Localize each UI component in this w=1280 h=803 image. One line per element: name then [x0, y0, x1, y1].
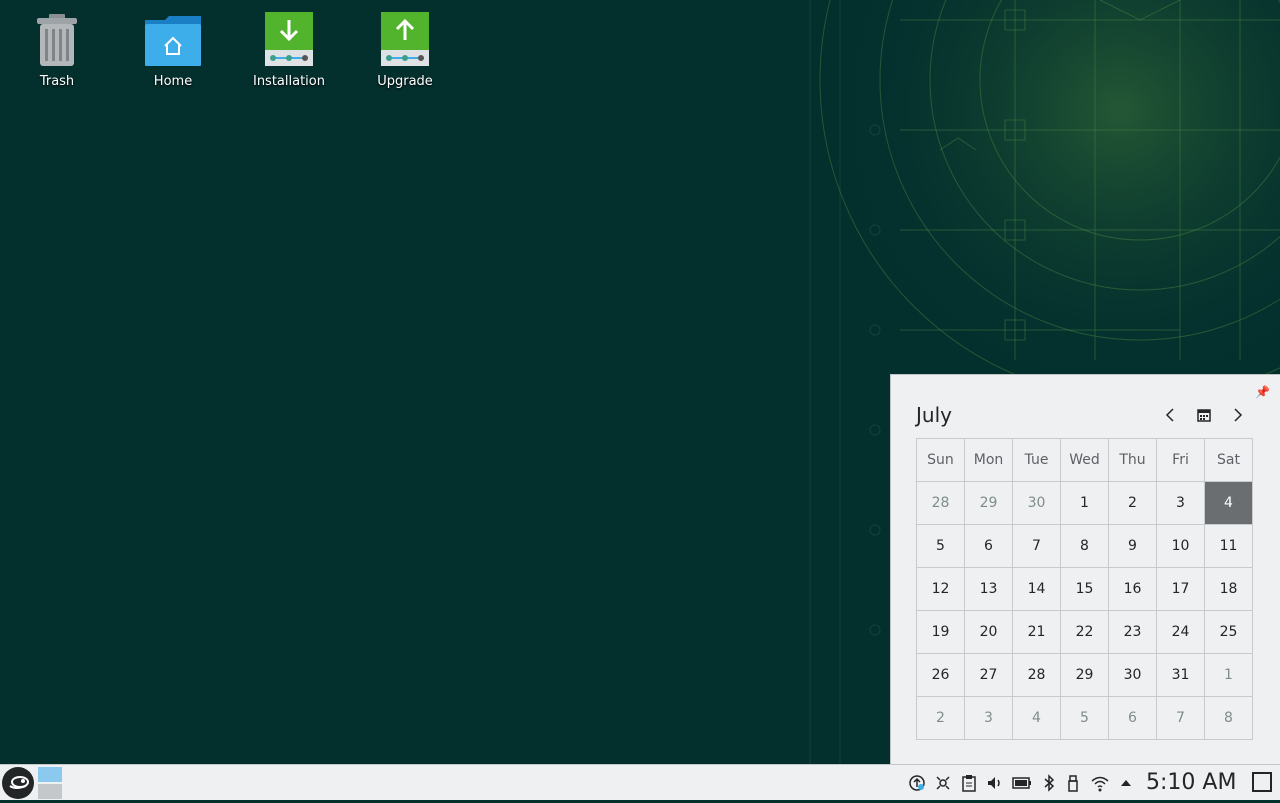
pin-icon[interactable]: 📌 — [1255, 385, 1270, 399]
application-launcher-button[interactable] — [2, 767, 34, 799]
usb-device-icon[interactable] — [1064, 774, 1082, 792]
calendar-day[interactable]: 26 — [916, 653, 965, 697]
calendar-day[interactable]: 8 — [1204, 696, 1253, 740]
calendar-day[interactable]: 18 — [1204, 567, 1253, 611]
month-title: July — [916, 403, 952, 427]
calendar-day[interactable]: 6 — [964, 524, 1013, 568]
calendar-week-row: 26 27 28 29 30 31 1 — [916, 653, 1253, 697]
calendar-day[interactable]: 16 — [1108, 567, 1157, 611]
weekday-label: Thu — [1108, 438, 1157, 482]
calendar-day[interactable]: 13 — [964, 567, 1013, 611]
upgrade-icon — [375, 10, 435, 70]
calendar-day[interactable]: 30 — [1012, 481, 1061, 525]
digital-clock[interactable]: 5:10 AM — [1146, 770, 1236, 795]
calendar-day[interactable]: 8 — [1060, 524, 1109, 568]
calendar-day[interactable]: 25 — [1204, 610, 1253, 654]
weekday-label: Sat — [1204, 438, 1253, 482]
desktop-icon-home[interactable]: Home — [123, 10, 223, 89]
calendar-day[interactable]: 6 — [1108, 696, 1157, 740]
next-month-button[interactable] — [1228, 407, 1248, 426]
battery-icon[interactable] — [1012, 774, 1031, 792]
calendar-popup: 📌 July Sun Mon Tue Wed Thu Fri Sat 28 29… — [890, 374, 1280, 764]
weekday-label: Wed — [1060, 438, 1109, 482]
bluetooth-icon[interactable] — [1040, 774, 1058, 792]
desktop-icon-label: Upgrade — [377, 74, 433, 89]
expand-tray-icon[interactable] — [1117, 774, 1135, 792]
calendar-day[interactable]: 12 — [916, 567, 965, 611]
calendar-day[interactable]: 1 — [1060, 481, 1109, 525]
calendar-day[interactable]: 31 — [1156, 653, 1205, 697]
weekday-label: Sun — [916, 438, 965, 482]
install-download-icon — [259, 10, 319, 70]
desktop-1[interactable] — [38, 767, 62, 782]
calendar-day[interactable]: 7 — [1156, 696, 1205, 740]
calendar-day[interactable]: 9 — [1108, 524, 1157, 568]
desktop-icon-installation[interactable]: Installation — [239, 10, 339, 89]
calendar-day[interactable]: 14 — [1012, 567, 1061, 611]
updates-icon[interactable] — [908, 774, 926, 792]
calendar-day[interactable]: 5 — [916, 524, 965, 568]
calendar-day[interactable]: 15 — [1060, 567, 1109, 611]
calendar-day[interactable]: 17 — [1156, 567, 1205, 611]
desktop-icon-upgrade[interactable]: Upgrade — [355, 10, 455, 89]
calendar-day[interactable]: 4 — [1012, 696, 1061, 740]
clipboard-icon[interactable] — [960, 774, 978, 792]
calendar-day[interactable]: 19 — [916, 610, 965, 654]
calendar-day[interactable]: 27 — [964, 653, 1013, 697]
calendar-day[interactable]: 29 — [1060, 653, 1109, 697]
calendar-day[interactable]: 7 — [1012, 524, 1061, 568]
network-config-icon[interactable] — [934, 774, 952, 792]
calendar-day[interactable]: 1 — [1204, 653, 1253, 697]
weekday-label: Tue — [1012, 438, 1061, 482]
calendar-day[interactable]: 21 — [1012, 610, 1061, 654]
weekday-header-row: Sun Mon Tue Wed Thu Fri Sat — [916, 438, 1253, 482]
calendar-week-row: 5 6 7 8 9 10 11 — [916, 524, 1253, 568]
calendar-day[interactable]: 10 — [1156, 524, 1205, 568]
volume-icon[interactable] — [986, 774, 1004, 792]
taskbar: 5:10 AM — [0, 764, 1280, 800]
calendar-day[interactable]: 3 — [1156, 481, 1205, 525]
calendar-day[interactable]: 20 — [964, 610, 1013, 654]
calendar-day[interactable]: 2 — [1108, 481, 1157, 525]
calendar-day[interactable]: 29 — [964, 481, 1013, 525]
wifi-icon[interactable] — [1090, 774, 1109, 792]
calendar-week-row: 12 13 14 15 16 17 18 — [916, 567, 1253, 611]
trash-icon — [27, 10, 87, 70]
weekday-label: Mon — [964, 438, 1013, 482]
calendar-day[interactable]: 30 — [1108, 653, 1157, 697]
virtual-desktop-pager[interactable] — [38, 767, 62, 799]
calendar-day[interactable]: 2 — [916, 696, 965, 740]
previous-month-button[interactable] — [1160, 407, 1180, 426]
calendar-week-row: 28 29 30 1 2 3 4 — [916, 481, 1253, 525]
desktop-icon-trash[interactable]: Trash — [7, 10, 107, 89]
opensuse-logo-icon — [3, 768, 33, 798]
calendar-day[interactable]: 22 — [1060, 610, 1109, 654]
desktop-icon-label: Installation — [252, 74, 325, 89]
calendar-day-today[interactable]: 4 — [1204, 481, 1253, 525]
calendar-day[interactable]: 24 — [1156, 610, 1205, 654]
today-calendar-button[interactable] — [1194, 407, 1214, 426]
desktop-icon-label: Trash — [39, 74, 75, 89]
calendar-week-row: 19 20 21 22 23 24 25 — [916, 610, 1253, 654]
desktop-icon-label: Home — [153, 74, 193, 89]
calendar-grid: Sun Mon Tue Wed Thu Fri Sat 28 29 30 1 2… — [916, 438, 1253, 740]
calendar-day[interactable]: 28 — [916, 481, 965, 525]
calendar-day[interactable]: 11 — [1204, 524, 1253, 568]
home-folder-icon — [143, 10, 203, 70]
calendar-week-row: 2 3 4 5 6 7 8 — [916, 696, 1253, 740]
desktop-2[interactable] — [38, 784, 62, 799]
show-desktop-button[interactable] — [1252, 772, 1272, 792]
calendar-day[interactable]: 3 — [964, 696, 1013, 740]
calendar-day[interactable]: 5 — [1060, 696, 1109, 740]
weekday-label: Fri — [1156, 438, 1205, 482]
calendar-day[interactable]: 23 — [1108, 610, 1157, 654]
calendar-icon — [1197, 409, 1211, 422]
calendar-day[interactable]: 28 — [1012, 653, 1061, 697]
